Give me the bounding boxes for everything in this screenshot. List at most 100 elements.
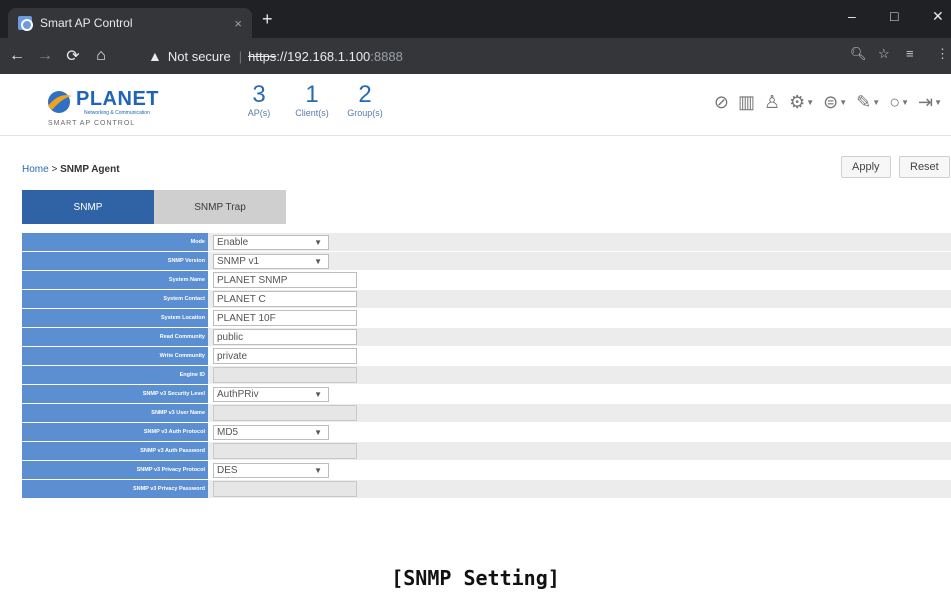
write-community-label: Write Community [22,347,208,366]
row-v3-privacy-protocol: SNMP v3 Privacy Protocol DES ▼ [22,461,951,480]
chevron-down-icon: ▼ [839,98,848,107]
url-separator: :// [276,48,288,64]
row-system-name: System Name PLANET SNMP [22,271,951,290]
breadcrumb-home-link[interactable]: Home [22,164,49,175]
snmp-version-value: SNMP v1 [217,255,260,267]
maximize-button[interactable]: □ [890,8,898,24]
system-contact-field[interactable]: PLANET C [213,291,357,307]
row-mode: Mode Enable ▼ [22,233,951,252]
v3-auth-protocol-select[interactable]: MD5 ▼ [213,424,329,440]
browser-tab[interactable]: Smart AP Control × [8,8,252,38]
client-count-value: 1 [305,81,319,108]
new-tab-button[interactable]: + [262,10,273,28]
site-favicon-icon [18,16,33,31]
address-bar: ← → ⟳ ⌂ ▲ Not secure | https :// 192.168… [0,38,951,74]
v3-security-level-select[interactable]: AuthPRiv ▼ [213,386,329,402]
planet-logo: PLANET Networking & Communication SMART … [44,86,174,127]
v3-auth-password-field [213,443,357,459]
dropdown-arrow-icon: ▼ [314,465,322,475]
system-location-label: System Location [22,309,208,328]
row-system-contact: System Contact PLANET C [22,290,951,309]
chevron-down-icon: ▼ [934,98,942,107]
reload-icon[interactable]: ⟳ [62,46,84,66]
client-count[interactable]: 1 Client(s) [286,81,338,119]
engine-id-label: Engine ID [22,366,208,385]
dropdown-arrow-icon: ▼ [314,256,322,266]
zoom-icon[interactable]: 🔍︎ [850,46,867,62]
tab-snmp-trap[interactable]: SNMP Trap [154,190,286,224]
row-v3-auth-protocol: SNMP v3 Auth Protocol MD5 ▼ [22,423,951,442]
system-location-field[interactable]: PLANET 10F [213,310,357,326]
snmp-version-select[interactable]: SNMP v1 ▼ [213,253,329,269]
url-scheme: https [248,48,277,64]
logo-subtitle: SMART AP CONTROL [48,120,136,127]
v3-auth-protocol-value: MD5 [217,426,239,438]
row-engine-id: Engine ID [22,366,951,385]
figure-caption: [SNMP Setting] [391,566,560,590]
v3-user-name-field [213,405,357,421]
group-count[interactable]: 2 Group(s) [340,81,390,119]
tab-title: Smart AP Control [40,16,133,30]
row-v3-privacy-password: SNMP v3 Privacy Password [22,480,951,499]
mode-select[interactable]: Enable ▼ [213,234,329,250]
row-system-location: System Location PLANET 10F [22,309,951,328]
write-community-field[interactable]: private [213,348,357,364]
close-window-button[interactable]: ✕ [932,8,944,25]
gear-icon[interactable]: ⚙ ▼ [789,92,814,113]
globe-icon[interactable]: ⊜ ▼ [823,92,847,113]
warning-icon: ▲ [148,48,162,64]
row-snmp-version: SNMP Version SNMP v1 ▼ [22,252,951,271]
back-arrow-icon[interactable]: ← [6,47,28,65]
url-divider: | [238,48,243,64]
apply-button[interactable]: Apply [841,156,891,178]
reset-button[interactable]: Reset [899,156,950,178]
v3-privacy-protocol-select[interactable]: DES ▼ [213,462,329,478]
url-port: :8888 [370,48,403,64]
dropdown-arrow-icon: ▼ [314,427,322,437]
group-count-value: 2 [358,81,372,108]
menu-icon[interactable]: ≡ [906,46,914,61]
tab-close-icon[interactable]: × [234,16,242,31]
tab-snmp[interactable]: SNMP [22,190,154,224]
row-write-community: Write Community private [22,347,951,366]
system-name-field[interactable]: PLANET SNMP [213,272,357,288]
chart-icon[interactable]: ▥ [738,92,755,113]
forward-arrow-icon[interactable]: → [34,47,56,65]
home-icon[interactable]: ⌂ [90,47,112,65]
minimize-button[interactable]: – [848,8,856,24]
v3-privacy-password-field [213,481,357,497]
system-name-label: System Name [22,271,208,290]
mode-value: Enable [217,236,249,248]
wrench-icon[interactable]: ✎ ▼ [856,92,880,113]
logo-text: PLANET [76,88,159,110]
v3-privacy-protocol-value: DES [217,464,238,476]
app-header: PLANET Networking & Communication SMART … [0,74,951,136]
v3-user-name-label: SNMP v3 User Name [22,404,208,423]
users-icon[interactable]: ♙ [764,92,780,113]
planet-logo-icon [48,91,72,113]
engine-id-field [213,367,357,383]
snmp-version-label: SNMP Version [22,252,208,271]
v3-auth-password-label: SNMP v3 Auth Password [22,442,208,461]
read-community-field[interactable]: public [213,329,357,345]
chevron-down-icon: ▼ [872,98,881,107]
chevron-down-icon: ▼ [806,98,815,107]
breadcrumb-separator: > [48,164,61,175]
breadcrumb: Home > SNMP Agent [22,164,120,175]
dashboard-icon[interactable]: ⊘ [714,92,729,113]
logout-icon[interactable]: ⇥ ▼ [918,92,942,113]
star-icon[interactable]: ☆ [878,46,890,62]
security-warning: Not secure [167,48,231,64]
breadcrumb-current: SNMP Agent [60,164,120,175]
url-field[interactable]: ▲ Not secure | https :// 192.168.1.100 :… [148,44,648,68]
row-v3-user-name: SNMP v3 User Name [22,404,951,423]
group-count-label: Group(s) [347,108,383,118]
v3-security-level-value: AuthPRiv [217,388,259,400]
ap-count[interactable]: 3 AP(s) [238,82,280,119]
row-v3-auth-password: SNMP v3 Auth Password [22,442,951,461]
more-icon[interactable]: ⋮ [936,46,949,62]
url-host: 192.168.1.100 [287,48,371,64]
dropdown-arrow-icon: ▼ [314,389,322,399]
row-v3-security-level: SNMP v3 Security Level AuthPRiv ▼ [22,385,951,404]
refresh-icon[interactable]: ○ ▼ [889,92,909,113]
